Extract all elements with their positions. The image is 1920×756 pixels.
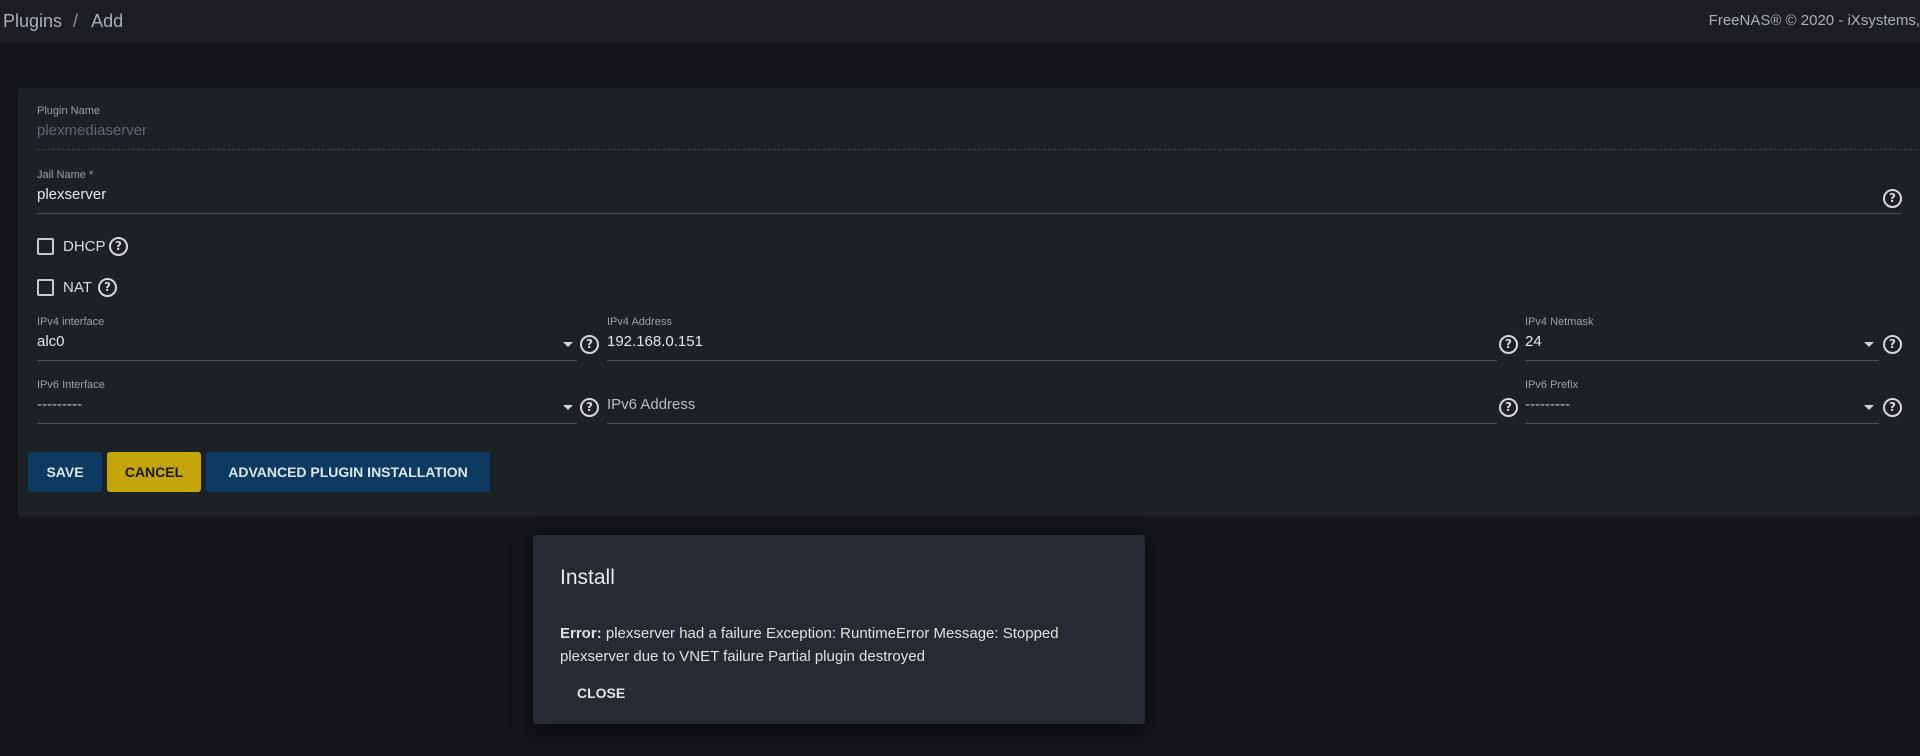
ipv6-address-help-icon[interactable]: ?	[1499, 398, 1518, 417]
breadcrumb-current: Add	[91, 11, 124, 31]
copyright-text: FreeNAS® © 2020 - iXsystems,	[1708, 12, 1920, 29]
ipv6-interface-underline	[37, 423, 577, 424]
dialog-message: Error: plexserver had a failure Exceptio…	[560, 622, 1120, 668]
breadcrumb-separator: /	[73, 11, 79, 31]
ipv6-interface-label: IPv6 Interface	[37, 379, 105, 391]
jail-name-underline	[37, 213, 1901, 214]
ipv4-netmask-label: IPv4 Netmask	[1525, 316, 1594, 328]
advanced-plugin-installation-button[interactable]: ADVANCED PLUGIN INSTALLATION	[206, 452, 490, 492]
dhcp-label[interactable]: DHCP	[63, 238, 106, 255]
ipv6-prefix-underline	[1525, 423, 1879, 424]
dialog-error-text: plexserver had a failure Exception: Runt…	[560, 625, 1059, 665]
ipv4-interface-underline	[37, 360, 577, 361]
install-error-dialog: Install Error: plexserver had a failure …	[533, 535, 1145, 724]
ipv6-prefix-caret-down-icon[interactable]	[1864, 405, 1874, 410]
ipv4-address-input[interactable]: 192.168.0.151	[607, 333, 703, 350]
ipv4-netmask-help-icon[interactable]: ?	[1883, 335, 1902, 354]
ipv4-netmask-select[interactable]: IPv4 Netmask 24	[1525, 316, 1879, 361]
cancel-button[interactable]: CANCEL	[107, 452, 201, 492]
nat-checkbox[interactable]	[37, 279, 54, 296]
ipv6-interface-select[interactable]: IPv6 Interface ---------	[37, 379, 577, 424]
plugin-add-form-card: Plugin Name plexmediaserver Jail Name * …	[18, 88, 1920, 517]
ipv6-address-underline	[607, 423, 1497, 424]
dialog-error-prefix: Error:	[560, 625, 602, 642]
ipv6-prefix-select[interactable]: IPv6 Prefix ---------	[1525, 379, 1879, 424]
ipv4-interface-label: IPv4 interface	[37, 316, 105, 328]
ipv4-address-field[interactable]: IPv4 Address 192.168.0.151	[607, 316, 1497, 361]
ipv6-address-placeholder[interactable]: IPv6 Address	[607, 396, 695, 413]
ipv4-address-underline	[607, 360, 1497, 361]
dialog-close-button[interactable]: CLOSE	[577, 685, 625, 701]
breadcrumb: Plugins / Add	[3, 11, 123, 32]
ipv6-prefix-label: IPv6 Prefix	[1525, 379, 1579, 391]
dhcp-checkbox[interactable]	[37, 238, 54, 255]
ipv4-address-help-icon[interactable]: ?	[1499, 335, 1518, 354]
nat-help-icon[interactable]: ?	[98, 278, 117, 297]
plugin-name-value: plexmediaserver	[37, 122, 148, 139]
jail-name-label: Jail Name *	[37, 169, 94, 181]
dialog-title: Install	[560, 566, 615, 589]
save-button[interactable]: SAVE	[28, 452, 102, 492]
plugin-name-label: Plugin Name	[37, 105, 100, 117]
dhcp-help-icon[interactable]: ?	[109, 237, 128, 256]
ipv4-netmask-underline	[1525, 360, 1879, 361]
jail-name-input[interactable]: plexserver	[37, 186, 106, 203]
ipv6-prefix-value[interactable]: ---------	[1525, 396, 1570, 413]
ipv4-interface-help-icon[interactable]: ?	[580, 335, 599, 354]
plugin-name-underline	[37, 148, 1920, 150]
jail-name-field[interactable]: Jail Name * plexserver	[37, 169, 1901, 214]
ipv6-interface-caret-down-icon[interactable]	[563, 405, 573, 410]
ipv4-interface-value[interactable]: alc0	[37, 333, 65, 350]
ipv4-netmask-value[interactable]: 24	[1525, 333, 1542, 350]
nat-label[interactable]: NAT	[63, 279, 92, 296]
ipv6-address-field[interactable]: IPv6 Address	[607, 379, 1497, 424]
top-bar: Plugins / Add FreeNAS® © 2020 - iXsystems,	[0, 0, 1920, 43]
ipv4-netmask-caret-down-icon[interactable]	[1864, 342, 1874, 347]
plugin-name-field: Plugin Name plexmediaserver	[37, 105, 1920, 150]
breadcrumb-plugins-link[interactable]: Plugins	[3, 11, 62, 31]
ipv4-address-label: IPv4 Address	[607, 316, 672, 328]
jail-name-help-icon[interactable]: ?	[1883, 189, 1902, 208]
ipv6-interface-help-icon[interactable]: ?	[580, 398, 599, 417]
ipv6-interface-value[interactable]: ---------	[37, 396, 82, 413]
ipv4-interface-caret-down-icon[interactable]	[563, 342, 573, 347]
ipv4-interface-select[interactable]: IPv4 interface alc0	[37, 316, 577, 361]
ipv6-prefix-help-icon[interactable]: ?	[1883, 398, 1902, 417]
